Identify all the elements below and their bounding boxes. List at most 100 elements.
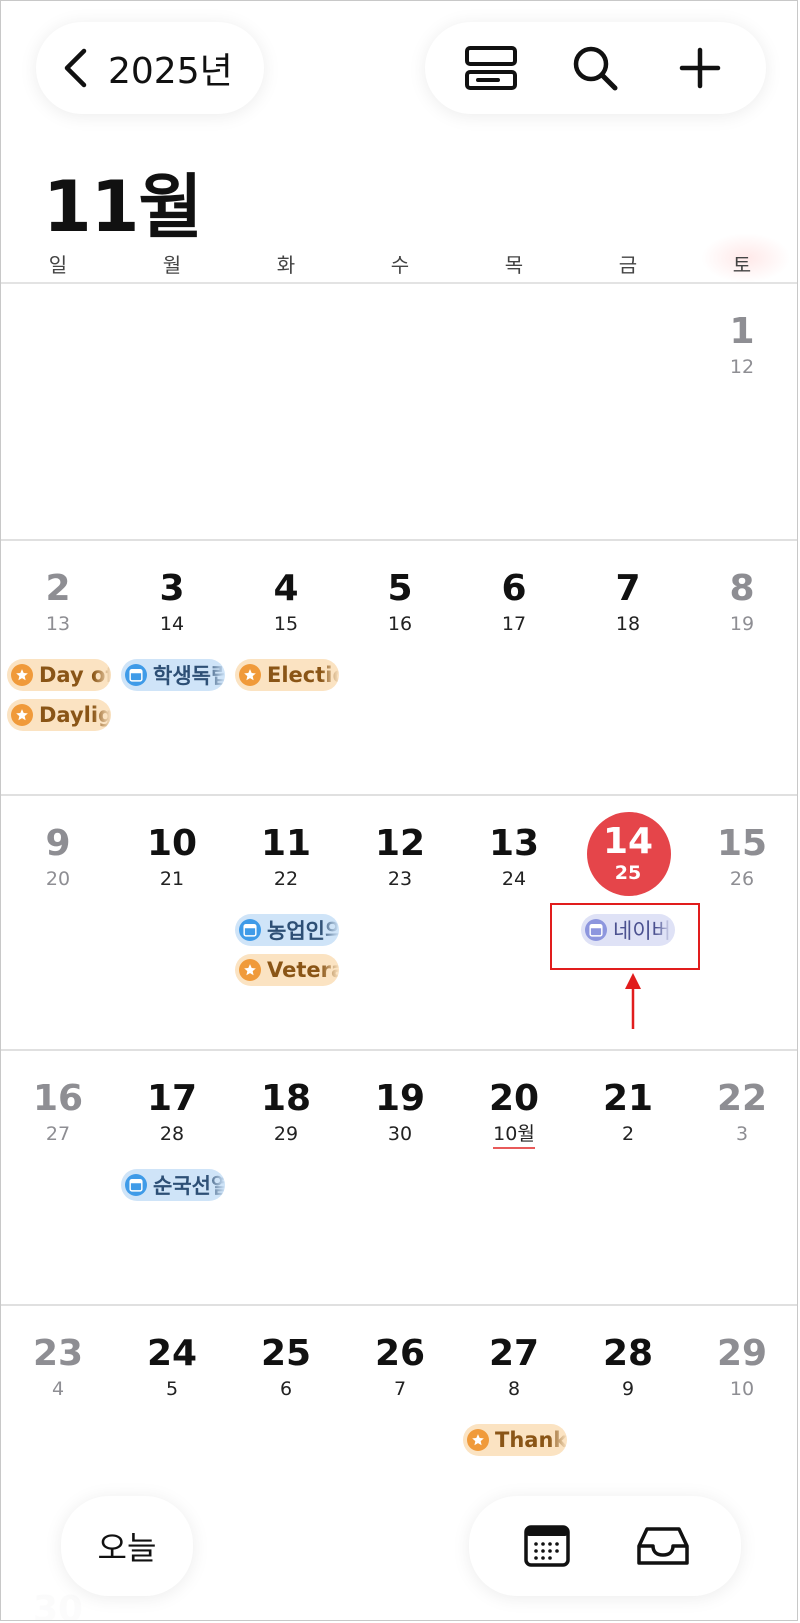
- day-number: 16: [32, 1078, 84, 1119]
- lunar-date: 25: [614, 862, 642, 884]
- day-number: 24: [146, 1333, 198, 1374]
- lunar-date: 27: [45, 1123, 71, 1145]
- day-cell[interactable]: 12 23: [343, 796, 457, 1049]
- day-cell[interactable]: 6 17: [457, 541, 571, 794]
- event-chip[interactable]: Veterans Day: [235, 954, 339, 986]
- weekday-label: 토: [732, 253, 752, 277]
- calendar-icon: [125, 1174, 147, 1196]
- event-label: Thanksgiving: [495, 1428, 567, 1452]
- lunar-date: 6: [279, 1378, 293, 1400]
- search-icon: [574, 46, 618, 91]
- day-number: 23: [32, 1333, 84, 1374]
- day-number: 5: [387, 568, 413, 609]
- event-label: Day of the Dead: [39, 663, 111, 687]
- event-chip[interactable]: Daylight Saving Time ends: [7, 699, 111, 731]
- event-chip[interactable]: 농업인의 날: [235, 914, 339, 946]
- lunar-date: 17: [501, 613, 527, 635]
- calendar-icon: [125, 664, 147, 686]
- day-cell[interactable]: 17 28 순국선열의 날: [115, 1051, 229, 1304]
- view-toggle-icon: [465, 46, 518, 90]
- day-cell[interactable]: 7 18: [571, 541, 685, 794]
- day-number: 27: [488, 1333, 540, 1374]
- day-number: 2: [45, 568, 71, 609]
- day-number: 22: [716, 1078, 768, 1119]
- day-number: 29: [716, 1333, 768, 1374]
- day-number: 19: [374, 1078, 426, 1119]
- lunar-date: 13: [45, 613, 71, 635]
- lunar-date: 12: [729, 356, 755, 378]
- day-number: 14: [602, 821, 654, 862]
- day-cell[interactable]: 1 12: [685, 284, 797, 537]
- day-number: 17: [146, 1078, 198, 1119]
- lunar-date: 10: [729, 1378, 755, 1400]
- day-cell[interactable]: 18 29: [229, 1051, 343, 1304]
- event-chip[interactable]: 학생독립운동기념일: [121, 659, 225, 691]
- day-number: 4: [273, 568, 299, 609]
- today-label: 오늘: [97, 1529, 157, 1567]
- event-label: Veterans Day: [267, 958, 339, 982]
- day-cell[interactable]: 9 20: [1, 796, 115, 1049]
- event-label: 학생독립운동기념일: [153, 664, 225, 688]
- day-cell[interactable]: 15 26: [685, 796, 797, 1049]
- day-number: 25: [260, 1333, 312, 1374]
- day-cell[interactable]: 20 10월: [457, 1051, 571, 1304]
- lunar-date: 3: [735, 1123, 749, 1145]
- day-number: 8: [729, 568, 755, 609]
- calendar-icon: [239, 919, 261, 941]
- calendar-view-button[interactable]: [517, 1516, 577, 1576]
- day-cell[interactable]: 19 30: [343, 1051, 457, 1304]
- year-label: 2025년: [108, 51, 233, 92]
- day-cell[interactable]: 16 27: [1, 1051, 115, 1304]
- weekday-header: 일월화수목금토: [1, 249, 797, 279]
- day-number: 18: [260, 1078, 312, 1119]
- view-toggle-button[interactable]: [461, 38, 521, 98]
- star-icon: [239, 664, 261, 686]
- event-chip[interactable]: 순국선열의 날: [121, 1169, 225, 1201]
- day-number: 28: [602, 1333, 654, 1374]
- day-cell[interactable]: 8 19: [685, 541, 797, 794]
- day-cell[interactable]: 21 2: [571, 1051, 685, 1304]
- lunar-date: 5: [165, 1378, 179, 1400]
- event-label: 농업인의 날: [267, 919, 339, 943]
- event-chip[interactable]: Thanksgiving: [463, 1424, 567, 1456]
- day-number: 3: [159, 568, 185, 609]
- today-button[interactable]: 오늘: [61, 1496, 193, 1596]
- day-number: 10: [146, 823, 198, 864]
- day-number: 12: [374, 823, 426, 864]
- day-cell[interactable]: 22 3: [685, 1051, 797, 1304]
- lunar-date: 30: [387, 1123, 413, 1145]
- day-cell[interactable]: 5 16: [343, 541, 457, 794]
- day-cell[interactable]: 11 22 농업인의 날 Veterans Day: [229, 796, 343, 1049]
- day-cell[interactable]: 3 14 학생독립운동기념일: [115, 541, 229, 794]
- star-icon: [239, 959, 261, 981]
- star-icon: [467, 1429, 489, 1451]
- search-button[interactable]: [565, 38, 625, 98]
- plus-icon: [679, 47, 721, 89]
- lunar-date: 4: [51, 1378, 65, 1400]
- day-number: 15: [716, 823, 768, 864]
- week-row: 1 12: [1, 284, 797, 539]
- event-chip[interactable]: Day of the Dead: [7, 659, 111, 691]
- event-label: 순국선열의 날: [153, 1174, 225, 1198]
- back-to-year-button[interactable]: 2025년: [36, 22, 264, 114]
- day-cell[interactable]: 4 15 Election Day: [229, 541, 343, 794]
- lunar-date: 16: [387, 613, 413, 635]
- day-number: 20: [488, 1078, 540, 1119]
- lunar-date: 9: [621, 1378, 635, 1400]
- lunar-date: 22: [273, 868, 299, 890]
- inbox-button[interactable]: [633, 1516, 693, 1576]
- calendar-icon: [524, 1525, 570, 1567]
- lunar-date: 21: [159, 868, 185, 890]
- event-label: Election Day: [267, 663, 339, 687]
- weekday-label: 금: [618, 253, 638, 277]
- lunar-date: 8: [507, 1378, 521, 1400]
- day-cell[interactable]: 2 13 Day of the Dead Daylight Saving Time e…: [1, 541, 115, 794]
- day-cell[interactable]: 10 21: [115, 796, 229, 1049]
- event-chip[interactable]: Election Day: [235, 659, 339, 691]
- page-title: 11월: [43, 166, 203, 248]
- lunar-date: 10월: [457, 1123, 571, 1149]
- lunar-date: 14: [159, 613, 185, 635]
- chevron-left-icon: [64, 48, 87, 88]
- add-event-button[interactable]: [670, 38, 730, 98]
- lunar-date: 24: [501, 868, 527, 890]
